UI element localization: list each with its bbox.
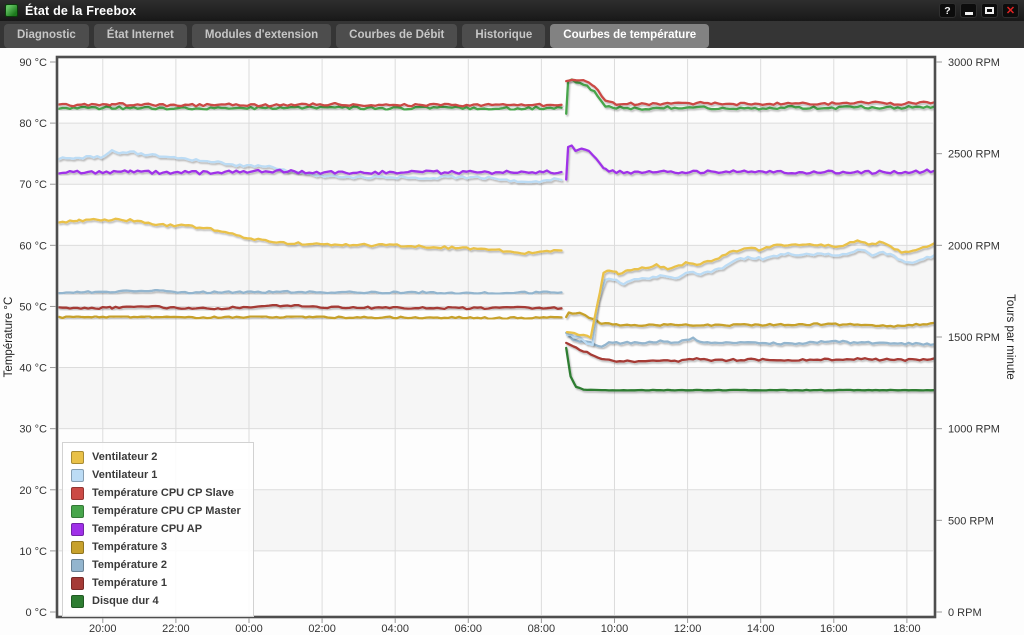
y-left-tick-label: 50 °C <box>19 301 47 313</box>
freebox-app-icon <box>5 4 18 17</box>
series-line-temp-rature-cpu-cp-master <box>566 80 934 114</box>
legend-item-temp-rature-cpu-cp-master: Température CPU CP Master <box>71 505 241 518</box>
x-tick-label: 06:00 <box>455 623 483 635</box>
series-line-temp-rature-cpu-cp-slave <box>59 103 562 106</box>
y-left-tick-label: 90 °C <box>19 57 47 69</box>
legend-item-temp-rature-cpu-cp-slave: Température CPU CP Slave <box>71 487 241 500</box>
series-line-temp-rature-1 <box>566 343 934 362</box>
y-left-tick-label: 80 °C <box>19 118 47 130</box>
close-button[interactable]: ✕ <box>1002 3 1019 18</box>
x-tick-label: 04:00 <box>381 623 409 635</box>
legend-swatch-icon <box>71 523 84 536</box>
legend-label: Température 3 <box>92 541 167 554</box>
plot-band <box>59 368 935 429</box>
window-title: État de la Freebox <box>25 4 136 18</box>
legend-swatch-icon <box>71 541 84 554</box>
y-left-tick-label: 60 °C <box>19 240 47 252</box>
chart-area: 90 °C 80 °C 70 °C 60 °C 50 °C 40 °C 30 °C 20 °C… <box>0 48 1024 635</box>
legend-item-disque-dur-4: Disque dur 4 <box>71 595 241 608</box>
legend-swatch-icon <box>71 451 84 464</box>
legend-swatch-icon <box>71 487 84 500</box>
legend-label: Température CPU CP Slave <box>92 487 234 500</box>
series-line-temp-rature-3 <box>59 316 562 319</box>
y-right-tick-label: 0 RPM <box>948 607 982 619</box>
y-left-tick-label: 10 °C <box>19 546 47 558</box>
y-right-tick-label: 2000 RPM <box>948 240 1000 252</box>
y-axis-left-title: Température °C <box>3 297 15 378</box>
plot-band <box>59 123 935 184</box>
legend-swatch-icon <box>71 469 84 482</box>
x-tick-label: 18:00 <box>893 623 921 635</box>
chart-legend: Ventilateur 2 Ventilateur 1 Température CP… <box>62 442 254 617</box>
y-left-tick-label: 40 °C <box>19 363 47 375</box>
tab-bar: DiagnosticÉtat InternetModules d'extensi… <box>0 21 1024 48</box>
freebox-status-window: État de la Freebox ? ✕ DiagnosticÉtat In… <box>0 0 1024 635</box>
tab-diagnostic[interactable]: Diagnostic <box>4 24 89 48</box>
y-right-tick-label: 1000 RPM <box>948 424 1000 436</box>
minimize-icon <box>965 12 973 15</box>
y-right-tick-label: 1500 RPM <box>948 332 1000 344</box>
series-line-temp-rature-3 <box>566 313 934 327</box>
y-left-tick-label: 0 °C <box>25 607 47 619</box>
tab-courbes-de-d-bit[interactable]: Courbes de Débit <box>336 24 457 48</box>
maximize-button[interactable] <box>981 3 998 18</box>
legend-swatch-icon <box>71 595 84 608</box>
x-tick-label: 12:00 <box>674 623 702 635</box>
x-tick-label: 10:00 <box>601 623 629 635</box>
legend-label: Température 1 <box>92 577 167 590</box>
legend-label: Température CPU AP <box>92 523 202 536</box>
legend-item-temp-rature-3: Température 3 <box>71 541 241 554</box>
y-left-tick-label: 30 °C <box>19 424 47 436</box>
tab-modules-d-extension[interactable]: Modules d'extension <box>192 24 331 48</box>
y-left-tick-label: 70 °C <box>19 179 47 191</box>
series-line-temp-rature-2 <box>566 333 934 347</box>
legend-swatch-icon <box>71 577 84 590</box>
x-tick-label: 02:00 <box>308 623 336 635</box>
legend-swatch-icon <box>71 505 84 518</box>
y-left-tick-label: 20 °C <box>19 485 47 497</box>
legend-label: Disque dur 4 <box>92 595 159 608</box>
series-line-temp-rature-cpu-cp-master <box>59 107 562 110</box>
legend-item-temp-rature-2: Température 2 <box>71 559 241 572</box>
legend-label: Température 2 <box>92 559 167 572</box>
tab-historique[interactable]: Historique <box>462 24 545 48</box>
y-right-tick-label: 500 RPM <box>948 515 994 527</box>
legend-item-ventilateur-1: Ventilateur 1 <box>71 469 241 482</box>
legend-label: Ventilateur 2 <box>92 451 157 464</box>
x-tick-label: 16:00 <box>820 623 848 635</box>
y-right-tick-label: 2500 RPM <box>948 149 1000 161</box>
minimize-button[interactable] <box>960 3 977 18</box>
x-tick-label: 20:00 <box>89 623 117 635</box>
y-right-tick-label: 3000 RPM <box>948 57 1000 69</box>
legend-item-temp-rature-1: Température 1 <box>71 577 241 590</box>
x-tick-label: 22:00 <box>162 623 190 635</box>
x-tick-label: 00:00 <box>235 623 263 635</box>
legend-item-ventilateur-2: Ventilateur 2 <box>71 451 241 464</box>
x-tick-label: 14:00 <box>747 623 775 635</box>
series-line-temp-rature-cpu-cp-slave <box>566 80 934 105</box>
legend-label: Température CPU CP Master <box>92 505 241 518</box>
maximize-icon <box>985 7 994 14</box>
help-button[interactable]: ? <box>939 3 956 18</box>
y-axis-right-title: Tours par minute <box>1004 294 1016 380</box>
title-bar: État de la Freebox ? ✕ <box>0 0 1024 21</box>
legend-item-temp-rature-cpu-ap: Température CPU AP <box>71 523 241 536</box>
tab--tat-internet[interactable]: État Internet <box>94 24 187 48</box>
legend-label: Ventilateur 1 <box>92 469 157 482</box>
x-tick-label: 08:00 <box>528 623 556 635</box>
tab-courbes-de-temp-rature[interactable]: Courbes de température <box>550 24 709 48</box>
window-buttons: ? ✕ <box>939 3 1019 18</box>
legend-swatch-icon <box>71 559 84 572</box>
